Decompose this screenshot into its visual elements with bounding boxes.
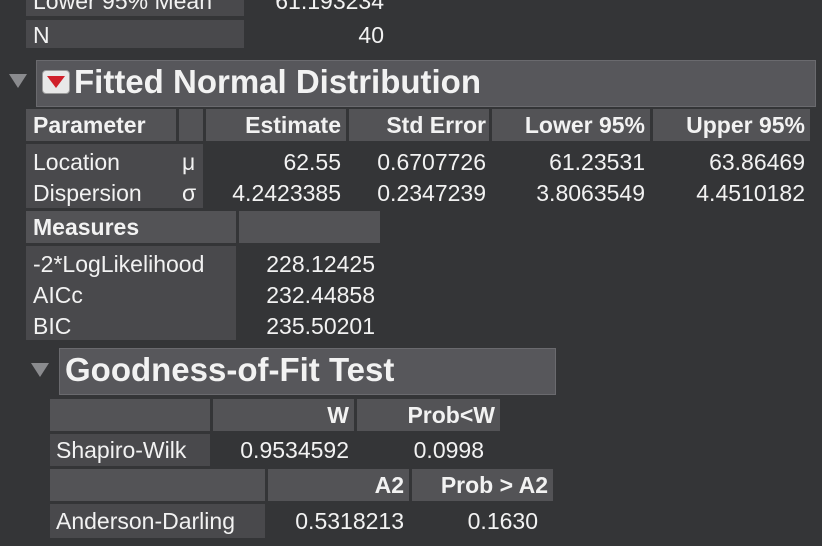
- sw-prob-header: Prob<W: [407, 402, 495, 428]
- parameter-header: Parameter: [33, 112, 146, 138]
- table-row-location-stderr: 0.6707726: [377, 149, 486, 175]
- ad-prob: 0.1630: [467, 508, 538, 534]
- std-error-header: Std Error: [386, 112, 486, 138]
- measure-aicc-name: AICc: [33, 282, 83, 308]
- ad-stat: 0.5318213: [295, 508, 404, 534]
- lower95-header: Lower 95%: [524, 112, 645, 138]
- ad-blank-header-cell: [50, 469, 265, 501]
- sw-name: Shapiro-Wilk: [56, 437, 187, 463]
- estimate-header: Estimate: [245, 112, 341, 138]
- table-row-dispersion-estimate: 4.2423385: [232, 180, 341, 206]
- ad-name: Anderson-Darling: [56, 508, 235, 534]
- lower95-mean-value: 61.193234: [275, 0, 384, 14]
- upper95-header: Upper 95%: [686, 112, 805, 138]
- red-triangle-menu-icon[interactable]: [42, 70, 70, 94]
- measures-header: Measures: [33, 214, 140, 240]
- sw-w-header: W: [327, 402, 349, 428]
- table-row-location-symbol: μ: [182, 149, 196, 175]
- table-row-location-estimate: 62.55: [283, 149, 341, 175]
- sw-prob: 0.0998: [413, 437, 484, 463]
- disclosure-triangle-icon[interactable]: [9, 74, 27, 88]
- table-row-location-name: Location: [33, 149, 120, 175]
- measure-bic-name: BIC: [33, 313, 72, 339]
- ad-a2-header: A2: [374, 472, 404, 498]
- table-row-dispersion-name: Dispersion: [33, 180, 142, 206]
- measures-value-header-cell: [239, 211, 380, 243]
- n-label-bg: [26, 20, 244, 48]
- table-row-location-lower: 61.23531: [549, 149, 645, 175]
- measure-aicc-value: 232.44858: [266, 282, 375, 308]
- lower95-mean-label: Lower 95% Mean: [33, 0, 212, 14]
- n-value: 40: [358, 22, 384, 48]
- table-row-dispersion-upper: 4.4510182: [696, 180, 805, 206]
- measure-bic-value: 235.50201: [266, 313, 375, 339]
- n-label: N: [33, 22, 50, 48]
- gof-title: Goodness-of-Fit Test: [65, 351, 395, 388]
- measure-loglik-name: -2*LogLikelihood: [33, 251, 205, 277]
- table-row-location-upper: 63.86469: [709, 149, 805, 175]
- sw-stat: 0.9534592: [240, 437, 349, 463]
- table-row-dispersion-stderr: 0.2347239: [377, 180, 486, 206]
- ad-prob-header: Prob > A2: [440, 472, 548, 498]
- symbol-header-cell: [179, 109, 203, 141]
- sw-blank-header-cell: [50, 399, 210, 431]
- fitted-normal-title: Fitted Normal Distribution: [74, 63, 481, 100]
- table-row-dispersion-lower: 3.8063549: [536, 180, 645, 206]
- gof-disclosure-triangle-icon[interactable]: [31, 363, 49, 377]
- measure-loglik-value: 228.12425: [266, 251, 375, 277]
- table-row-dispersion-symbol: σ: [182, 180, 197, 206]
